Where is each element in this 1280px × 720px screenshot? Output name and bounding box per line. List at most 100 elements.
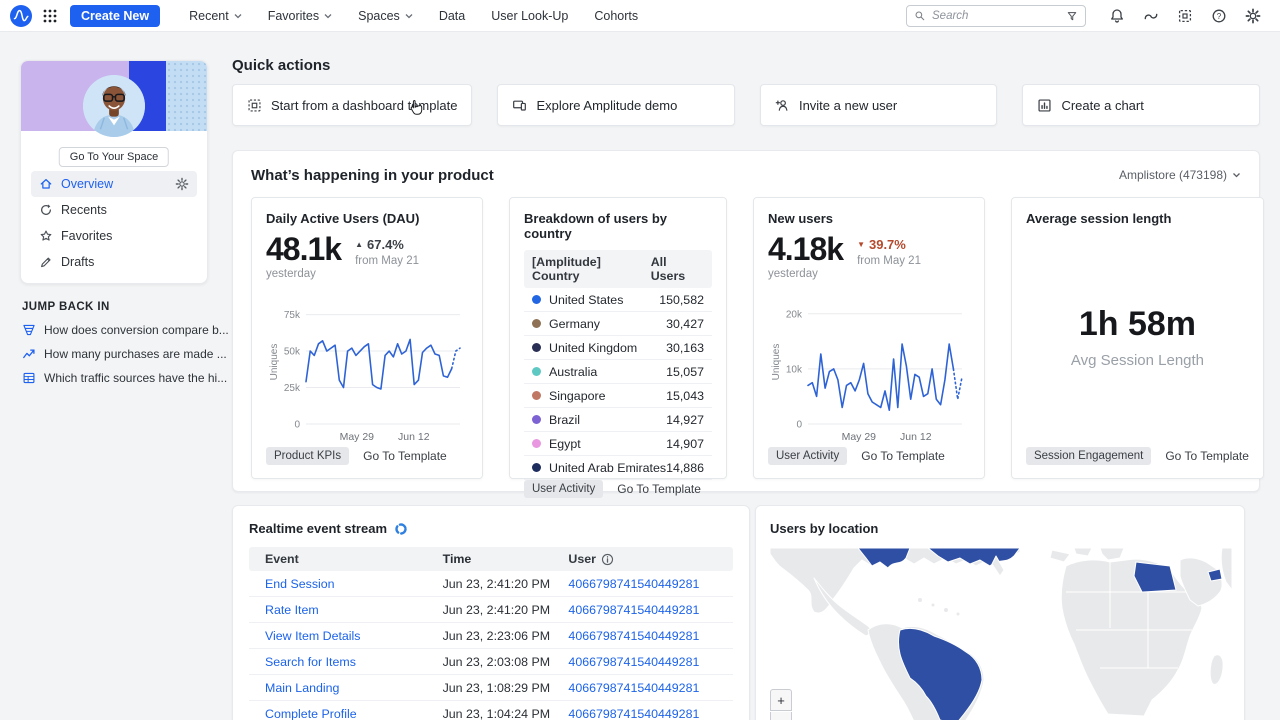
journeys-icon[interactable]: [1143, 8, 1159, 24]
jump-back-item-label: How does conversion compare b...: [44, 323, 229, 337]
dau-badge: Product KPIs: [266, 447, 349, 465]
quick-action-invite-user[interactable]: Invite a new user: [760, 84, 998, 126]
home-icon: [39, 177, 53, 191]
country-table-body: United States150,582Germany30,427United …: [524, 288, 712, 480]
live-spinner-icon: [395, 523, 407, 535]
dashboard-template-icon: [247, 98, 262, 113]
country-name: Germany: [549, 317, 666, 331]
country-row: United Kingdom30,163: [524, 336, 712, 360]
event-name-link[interactable]: View Item Details: [249, 629, 443, 643]
create-new-button[interactable]: Create New: [70, 5, 160, 27]
event-user-id-link[interactable]: 4066798741540449281: [568, 577, 733, 591]
country-color-dot: [532, 439, 541, 448]
sidebar-item-recents[interactable]: Recents: [31, 197, 197, 223]
recents-icon: [39, 203, 53, 217]
events-table: Event Time User End SessionJun 23, 2:41:…: [249, 547, 733, 720]
panel-title: What’s happening in your product: [251, 167, 494, 184]
pencil-icon: [39, 255, 53, 269]
overview-settings-gear-icon[interactable]: [175, 177, 189, 191]
world-map-canvas[interactable]: [770, 548, 1232, 720]
search-input[interactable]: [932, 10, 1060, 22]
country-column-header: [Amplitude] Country: [532, 255, 651, 283]
delta-arrow-icon: ▼: [857, 240, 865, 249]
go-to-your-space-button[interactable]: Go To Your Space: [59, 147, 169, 167]
new-users-go-to-template-link[interactable]: Go To Template: [861, 449, 945, 463]
country-go-to-template-link[interactable]: Go To Template: [617, 482, 701, 496]
country-users-value: 14,886: [666, 461, 704, 475]
top-nav-bar: Create New Recent Favorites Spaces Data …: [0, 0, 1280, 32]
map-zoom-out-button[interactable]: −: [770, 712, 792, 720]
quick-actions-title: Quick actions: [232, 57, 1260, 74]
quick-action-explore-demo[interactable]: Explore Amplitude demo: [497, 84, 735, 126]
quick-action-dashboard-template[interactable]: Start from a dashboard template: [232, 84, 472, 126]
jump-back-item-conversion[interactable]: How does conversion compare b...: [22, 323, 206, 337]
sidebar-item-drafts[interactable]: Drafts: [31, 249, 197, 275]
event-name-link[interactable]: Search for Items: [249, 655, 443, 669]
new-users-delta-pct: 39.7%: [869, 237, 906, 252]
dau-delta-pct: 67.4%: [367, 237, 404, 252]
nav-item-recent[interactable]: Recent: [176, 0, 255, 32]
templates-icon[interactable]: [1177, 8, 1193, 24]
event-user-id-link[interactable]: 4066798741540449281: [568, 707, 733, 720]
nav-item-data[interactable]: Data: [426, 0, 478, 32]
event-column-header: Event: [249, 552, 443, 566]
dau-go-to-template-link[interactable]: Go To Template: [363, 449, 447, 463]
country-row: Singapore15,043: [524, 384, 712, 408]
project-selector[interactable]: Amplistore (473198): [1119, 168, 1241, 182]
country-users-value: 15,043: [666, 389, 704, 403]
session-go-to-template-link[interactable]: Go To Template: [1165, 449, 1249, 463]
event-user-id-link[interactable]: 4066798741540449281: [568, 603, 733, 617]
country-name: Singapore: [549, 389, 666, 403]
chart-svg: 025k50k75kUniquesMay 29Jun 12: [266, 294, 468, 444]
sidebar: Go To Your Space Overview: [20, 60, 208, 385]
nav-label: Data: [439, 9, 465, 23]
country-row: Australia15,057: [524, 360, 712, 384]
nav-item-user-lookup[interactable]: User Look-Up: [478, 0, 581, 32]
dau-delta: ▲ 67.4%: [355, 237, 419, 252]
new-users-line-chart: 010k20kUniquesMay 29Jun 12: [768, 294, 970, 444]
country-row: Brazil14,927: [524, 408, 712, 432]
country-users-value: 15,057: [666, 365, 704, 379]
new-users-badge: User Activity: [768, 447, 847, 465]
nav-item-favorites[interactable]: Favorites: [255, 0, 345, 32]
country-card-title: Breakdown of users by country: [524, 211, 712, 241]
country-row: United States150,582: [524, 288, 712, 312]
nav-item-cohorts[interactable]: Cohorts: [581, 0, 651, 32]
event-name-link[interactable]: End Session: [249, 577, 443, 591]
session-length-card: Average session length 1h 58m Avg Sessio…: [1011, 197, 1264, 479]
amplitude-logo-icon[interactable]: [10, 5, 32, 27]
help-icon[interactable]: ?: [1211, 8, 1227, 24]
new-users-delta: ▼ 39.7%: [857, 237, 921, 252]
apps-grid-icon[interactable]: [42, 8, 58, 24]
event-user-id-link[interactable]: 4066798741540449281: [568, 629, 733, 643]
country-row: Egypt14,907: [524, 432, 712, 456]
event-user-id-link[interactable]: 4066798741540449281: [568, 655, 733, 669]
info-icon[interactable]: [601, 553, 614, 566]
jump-back-item-traffic[interactable]: Which traffic sources have the hi...: [22, 371, 206, 385]
event-name-link[interactable]: Complete Profile: [249, 707, 443, 720]
delta-arrow-icon: ▲: [355, 240, 363, 249]
country-table-header: [Amplitude] Country All Users: [524, 250, 712, 288]
event-user-id-link[interactable]: 4066798741540449281: [568, 681, 733, 695]
quick-action-create-chart[interactable]: Create a chart: [1022, 84, 1260, 126]
event-name-link[interactable]: Main Landing: [249, 681, 443, 695]
map-zoom-in-button[interactable]: +: [770, 689, 792, 711]
country-name: United Kingdom: [549, 341, 666, 355]
event-time: Jun 23, 2:03:08 PM: [443, 655, 569, 669]
settings-gear-icon[interactable]: [1245, 8, 1261, 24]
sidebar-item-favorites[interactable]: Favorites: [31, 223, 197, 249]
event-time: Jun 23, 2:41:20 PM: [443, 603, 569, 617]
country-users-value: 14,907: [666, 437, 704, 451]
jump-back-item-purchases[interactable]: How many purchases are made ...: [22, 347, 206, 361]
notifications-bell-icon[interactable]: [1109, 8, 1125, 24]
event-row: Search for ItemsJun 23, 2:03:08 PM406679…: [249, 649, 733, 675]
sidebar-item-overview[interactable]: Overview: [31, 171, 197, 197]
nav-item-spaces[interactable]: Spaces: [345, 0, 426, 32]
chevron-down-icon: [234, 13, 242, 19]
event-name-link[interactable]: Rate Item: [249, 603, 443, 617]
profile-card: Go To Your Space Overview: [20, 60, 208, 284]
svg-text:?: ?: [1217, 11, 1222, 20]
event-row: Rate ItemJun 23, 2:41:20 PM4066798741540…: [249, 597, 733, 623]
search-filter-icon[interactable]: [1066, 10, 1078, 22]
event-time: Jun 23, 1:04:24 PM: [443, 707, 569, 720]
